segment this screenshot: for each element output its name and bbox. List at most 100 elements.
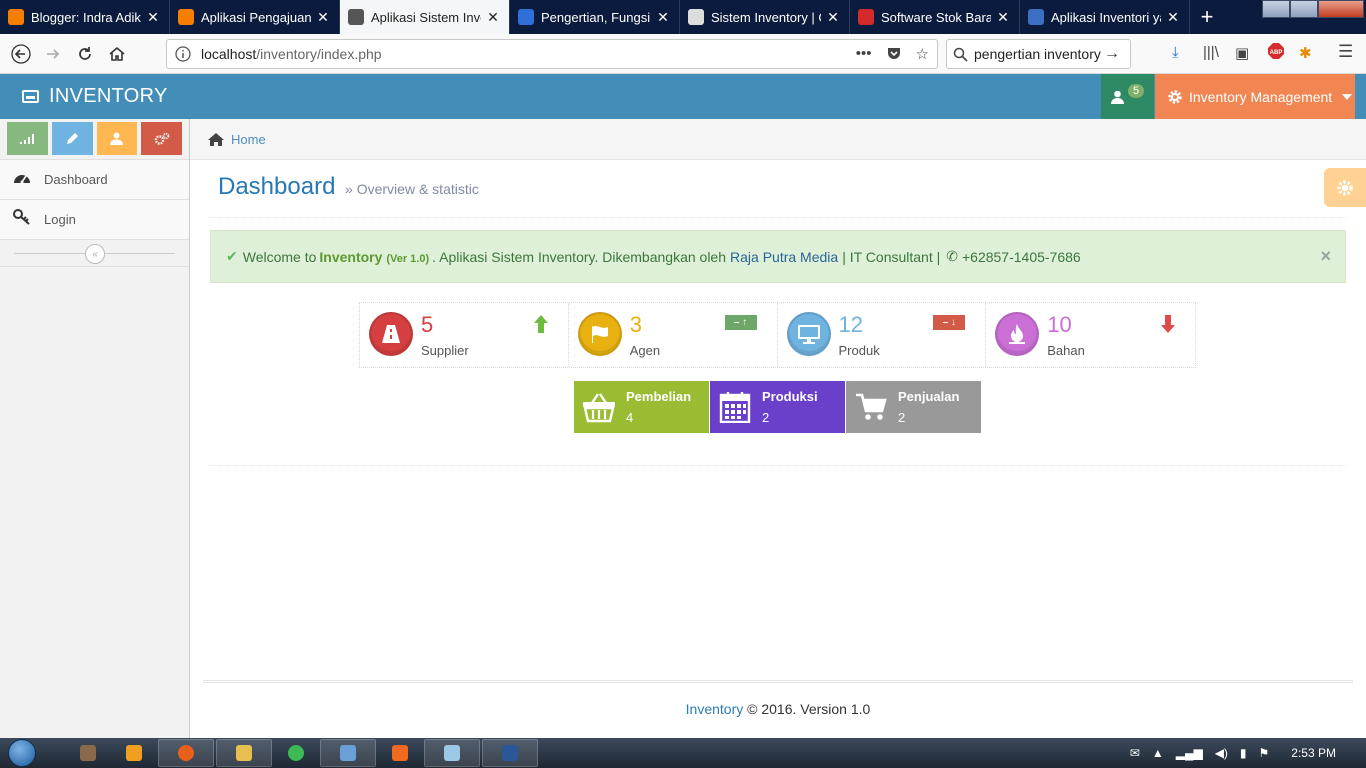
- browser-tab[interactable]: Blogger: Indra Adikusuma ✕: [0, 0, 170, 34]
- tab-close-icon[interactable]: ✕: [995, 9, 1011, 26]
- shortcut-settings-button[interactable]: [141, 122, 182, 155]
- stat-box-title: Penjualan: [898, 389, 960, 404]
- alert-version: (Ver 1.0): [386, 252, 430, 265]
- road-icon: [369, 312, 413, 356]
- infobox-container: 5 Supplier 3 Agen – ↑ 12 Produk – ↓ 10 B…: [359, 302, 1196, 368]
- user-notifications-button[interactable]: 5: [1101, 74, 1154, 119]
- pocket-icon[interactable]: [886, 45, 902, 65]
- svg-text:ABP: ABP: [1270, 50, 1283, 56]
- bookmark-star-icon[interactable]: ☆: [916, 45, 929, 65]
- taskbar-app[interactable]: [320, 739, 376, 767]
- taskbar-firefox[interactable]: [158, 739, 214, 767]
- caret-down-icon: [1342, 93, 1353, 100]
- url-bar[interactable]: localhost/inventory/index.php ••• ☆: [166, 39, 938, 69]
- browser-tab[interactable]: Aplikasi Inventori yang ✕: [1020, 0, 1190, 34]
- stat-box-value: 4: [626, 410, 634, 425]
- taskbar-app[interactable]: [66, 739, 110, 767]
- infobox-bahan[interactable]: 10 Bahan: [986, 303, 1195, 367]
- infobox-value: 5: [421, 312, 434, 337]
- infobox-label: Bahan: [1047, 343, 1085, 358]
- sidebar-item-login[interactable]: Login: [0, 199, 189, 239]
- tab-close-icon[interactable]: ✕: [1165, 9, 1181, 26]
- library-icon[interactable]: |||\: [1203, 44, 1219, 61]
- reload-icon[interactable]: [70, 39, 100, 69]
- stat-box-produksi[interactable]: Produksi 2: [710, 381, 845, 433]
- firefox-icon: [178, 745, 194, 761]
- search-icon: [953, 47, 968, 62]
- brand-label: INVENTORY: [49, 85, 168, 107]
- inventory-management-menu[interactable]: Inventory Management: [1155, 74, 1355, 119]
- show-hidden-icons[interactable]: ▲: [1152, 746, 1164, 760]
- developer-link[interactable]: Raja Putra Media: [730, 249, 838, 265]
- adblock-icon[interactable]: ABP: [1267, 42, 1285, 64]
- stat-box-pembelian[interactable]: Pembelian 4: [574, 381, 709, 433]
- taskbar-app[interactable]: [378, 739, 422, 767]
- taskbar-app[interactable]: [424, 739, 480, 767]
- alert-close-button[interactable]: ×: [1320, 246, 1331, 267]
- start-button[interactable]: [0, 738, 44, 768]
- infobox-value: 12: [838, 312, 863, 337]
- info-icon[interactable]: [175, 46, 191, 62]
- paint-icon: [340, 745, 356, 761]
- flag-icon[interactable]: ⚑: [1259, 746, 1270, 760]
- taskbar-explorer[interactable]: [216, 739, 272, 767]
- infobox-agen[interactable]: 3 Agen – ↑: [569, 303, 778, 367]
- browser-tab[interactable]: Aplikasi Pengajuan Judul ✕: [170, 0, 340, 34]
- tab-close-icon[interactable]: ✕: [145, 9, 161, 26]
- brand[interactable]: INVENTORY: [22, 85, 168, 108]
- clock[interactable]: 2:53 PM: [1291, 746, 1336, 760]
- ace-settings-button[interactable]: [1324, 168, 1366, 207]
- back-icon[interactable]: [6, 39, 36, 69]
- shortcut-edit-button[interactable]: [51, 122, 93, 155]
- app-icon: [80, 745, 96, 761]
- menu-icon[interactable]: ☰: [1338, 42, 1353, 62]
- tab-close-icon[interactable]: ✕: [315, 9, 331, 26]
- browser-tab[interactable]: Software Stok Barang ✕: [850, 0, 1020, 34]
- taskbar-app[interactable]: [112, 739, 156, 767]
- volume-icon[interactable]: ◀): [1215, 746, 1228, 760]
- search-bar[interactable]: →: [946, 39, 1131, 69]
- new-tab-button[interactable]: +: [1190, 0, 1224, 34]
- welcome-alert: ✔ Welcome to Inventory (Ver 1.0) . Aplik…: [210, 230, 1346, 283]
- stat-box-title: Pembelian: [626, 389, 692, 404]
- window-close-button[interactable]: [1318, 0, 1364, 18]
- chrome-icon: [288, 745, 304, 761]
- forward-icon[interactable]: [38, 39, 68, 69]
- browser-tab-active[interactable]: Aplikasi Sistem Inventory ✕: [340, 0, 510, 34]
- browser-tab[interactable]: Sistem Inventory | Gudang ✕: [680, 0, 850, 34]
- home-icon[interactable]: [102, 39, 132, 69]
- footer-brand: Inventory: [685, 701, 744, 717]
- phone-icon: ✆: [946, 248, 958, 264]
- tab-close-icon[interactable]: ✕: [655, 9, 671, 26]
- sidebar-item-dashboard[interactable]: Dashboard: [0, 159, 189, 199]
- sidebar-icon[interactable]: ▣: [1235, 44, 1249, 62]
- download-icon[interactable]: ⤓: [1172, 44, 1179, 61]
- tab-title: Blogger: Indra Adikusuma: [31, 9, 141, 25]
- url-path: /inventory/index.php: [256, 46, 382, 62]
- breadcrumb-home-link[interactable]: Home: [231, 132, 266, 147]
- search-input[interactable]: [974, 46, 1104, 62]
- user-icon: [1110, 90, 1124, 104]
- browser-tab[interactable]: Pengertian, Fungsi dan ✕: [510, 0, 680, 34]
- search-go-icon[interactable]: →: [1104, 45, 1120, 63]
- battery-icon[interactable]: ▮: [1240, 746, 1247, 760]
- minimize-button[interactable]: [1262, 0, 1290, 18]
- taskbar-word[interactable]: [482, 739, 538, 767]
- double-chevron-left-icon[interactable]: «: [85, 244, 105, 264]
- action-center-icon[interactable]: ✉: [1130, 746, 1140, 760]
- tab-title: Aplikasi Pengajuan Judul: [201, 9, 311, 25]
- trend-down-badge: – ↓: [933, 315, 966, 330]
- infobox-supplier[interactable]: 5 Supplier: [360, 303, 569, 367]
- shortcut-stats-button[interactable]: [7, 122, 48, 155]
- tab-close-icon[interactable]: ✕: [485, 9, 501, 26]
- infobox-produk[interactable]: 12 Produk – ↓: [778, 303, 987, 367]
- group-icon: [110, 132, 124, 145]
- tab-close-icon[interactable]: ✕: [825, 9, 841, 26]
- maximize-button[interactable]: [1290, 0, 1318, 18]
- shortcut-users-button[interactable]: [96, 122, 138, 155]
- taskbar-chrome[interactable]: [274, 739, 318, 767]
- more-actions-icon[interactable]: •••: [856, 45, 872, 65]
- stat-box-penjualan[interactable]: Penjualan 2: [846, 381, 981, 433]
- network-icon[interactable]: ▂▄▆: [1176, 746, 1203, 760]
- seo-icon[interactable]: ✱: [1299, 44, 1312, 62]
